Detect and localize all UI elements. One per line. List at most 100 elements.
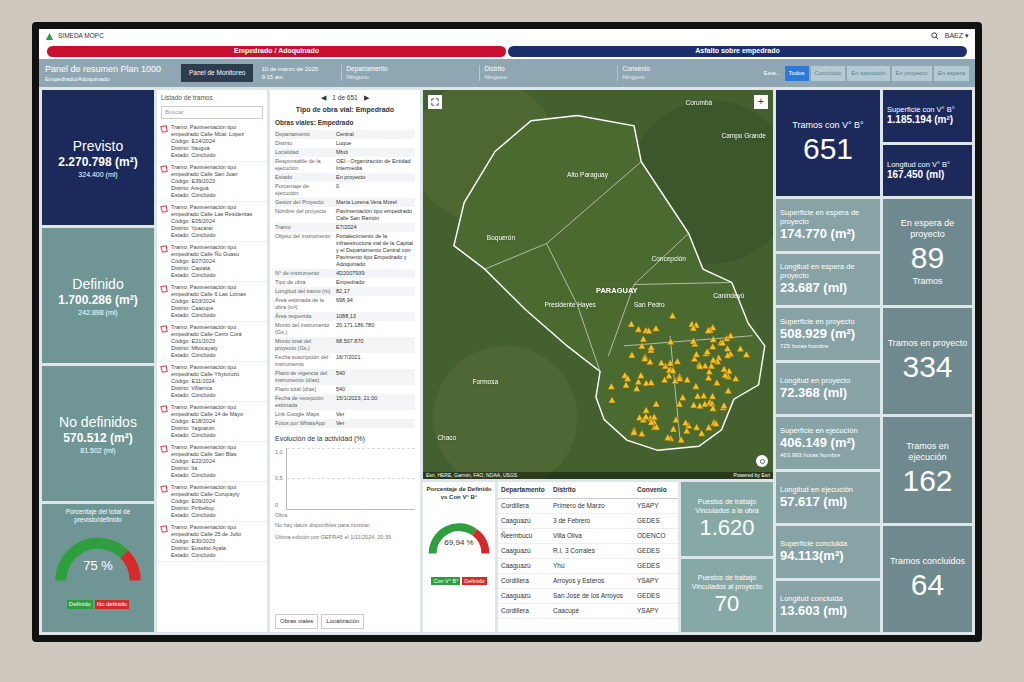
site-pin-icon[interactable] [667,359,674,366]
table-row[interactable]: CordilleraArroyos y EsterosYSAPY [498,574,678,589]
site-pin-icon[interactable] [690,324,697,331]
site-pin-icon[interactable] [628,320,635,327]
site-pin-icon[interactable] [712,420,719,427]
table-row[interactable]: CordilleraPrimero de MarzoYSAPY [498,499,678,514]
table-row[interactable]: CaaguazúSan José de los ArroyosGEDES [498,589,678,604]
list-item[interactable]: Tramo: Pavimentación tipo empedrado Call… [157,402,267,442]
site-pin-icon[interactable] [720,365,727,372]
site-pin-icon[interactable] [637,372,644,379]
site-pin-icon[interactable] [709,393,716,400]
table-row[interactable]: CordilleraCaacupéYSAPY [498,604,678,619]
list-item[interactable]: Tramo: Pavimentación tipo empedrado Call… [157,482,267,522]
filter[interactable]: DepartamentoNinguno [341,65,479,81]
site-pin-icon[interactable] [640,335,647,342]
site-pin-icon[interactable] [630,429,637,436]
site-pin-icon[interactable] [713,379,720,386]
site-pin-icon[interactable] [725,387,732,394]
site-pin-icon[interactable] [664,434,671,441]
list-item[interactable]: Tramo: Pavimentación tipo empedrado Call… [157,362,267,402]
site-pin-icon[interactable] [608,396,615,403]
list-item[interactable]: Tramo: Pavimentación tipo empedrado Call… [157,322,267,362]
list-item[interactable]: Tramo: Pavimentación tipo empedrado Call… [157,162,267,202]
site-pin-icon[interactable] [705,327,712,334]
list-item[interactable]: Tramo: Pavimentación tipo empedrado Call… [157,442,267,482]
list-item[interactable]: Tramo: Pavimentación tipo empedrado Call… [157,522,267,562]
site-pin-icon[interactable] [667,338,674,345]
expand-button[interactable] [428,95,442,109]
table-row[interactable]: CaaguazúYhúGEDES [498,559,678,574]
site-pin-icon[interactable] [705,374,712,381]
site-pin-icon[interactable] [683,427,690,434]
site-pin-icon[interactable] [710,356,717,363]
site-pin-icon[interactable] [706,368,713,375]
site-pin-icon[interactable] [682,419,689,426]
list-item[interactable]: Tramo: Pavimentación tipo empedrado Call… [157,122,267,162]
site-pin-icon[interactable] [708,400,715,407]
mode-tab[interactable]: Empedrado / Adoquinado [47,46,506,57]
status-button[interactable]: En proyecto [892,66,932,81]
site-pin-icon[interactable] [679,394,686,401]
site-pin-icon[interactable] [653,423,660,430]
site-pin-icon[interactable] [645,327,652,334]
site-pin-icon[interactable] [698,430,705,437]
site-pin-icon[interactable] [652,325,659,332]
site-pin-icon[interactable] [690,401,697,408]
site-pin-icon[interactable] [653,400,660,407]
user-menu[interactable]: BAEZ ▾ [945,31,969,42]
site-pin-icon[interactable] [641,355,648,362]
site-pin-icon[interactable] [719,339,726,346]
site-pin-icon[interactable] [737,345,744,352]
status-button[interactable]: En espera [934,66,969,81]
site-pin-icon[interactable] [643,407,650,414]
site-pin-icon[interactable] [724,352,731,359]
site-pin-icon[interactable] [727,332,734,339]
site-pin-icon[interactable] [710,336,717,343]
site-pin-icon[interactable] [676,375,683,382]
site-pin-icon[interactable] [635,325,642,332]
zoom-button[interactable]: + [754,95,768,109]
site-pin-icon[interactable] [628,351,635,358]
mode-tab[interactable]: Asfalto sobre empedrado [508,46,967,57]
site-pin-icon[interactable] [708,362,715,369]
site-pin-icon[interactable] [622,381,629,388]
status-button[interactable]: En ejecución [847,66,889,81]
site-pin-icon[interactable] [696,363,703,370]
site-pin-icon[interactable] [665,372,672,379]
locate-button[interactable] [756,455,768,467]
site-pin-icon[interactable] [635,378,642,385]
site-pin-icon[interactable] [692,383,699,390]
site-pin-icon[interactable] [690,337,697,344]
site-pin-icon[interactable] [638,342,645,349]
site-pin-icon[interactable] [638,430,645,437]
site-pin-icon[interactable] [633,385,640,392]
site-pin-icon[interactable] [709,343,716,350]
list-item[interactable]: Tramo: Pavimentación tipo empedrado Call… [157,202,267,242]
site-pin-icon[interactable] [676,400,683,407]
site-pin-icon[interactable] [669,312,676,319]
site-pin-icon[interactable] [642,413,649,420]
detail-tab[interactable]: Obras viales [275,614,318,629]
site-pin-icon[interactable] [672,416,679,423]
table-row[interactable]: CaaguazúR.I. 3 CorralesGEDES [498,544,678,559]
list-item[interactable]: Tramo: Pavimentación tipo empedrado Call… [157,242,267,282]
status-button[interactable]: Todos [785,66,809,81]
site-pin-icon[interactable] [704,348,711,355]
site-pin-icon[interactable] [720,402,727,409]
list-item[interactable]: Tramo: Pavimentación tipo empedrado Call… [157,282,267,322]
site-pin-icon[interactable] [648,379,655,386]
filter[interactable]: ConvenioNinguno [617,65,755,81]
site-pin-icon[interactable] [674,358,681,365]
list-search[interactable]: Buscar [161,106,263,119]
site-pin-icon[interactable] [608,383,615,390]
site-pin-icon[interactable] [701,400,708,407]
monitor-button[interactable]: Panel de Monitoreo [181,64,253,82]
site-pin-icon[interactable] [732,375,739,382]
site-pin-icon[interactable] [624,375,631,382]
table-row[interactable]: Caaguazú3 de FebreroGEDES [498,514,678,529]
filter[interactable]: DistritoNinguno [479,65,617,81]
detail-tab[interactable]: Localización [321,614,364,629]
search-icon[interactable] [931,32,939,40]
site-pin-icon[interactable] [700,392,707,399]
prev-button[interactable]: ◀ [321,93,326,103]
site-pin-icon[interactable] [694,392,701,399]
